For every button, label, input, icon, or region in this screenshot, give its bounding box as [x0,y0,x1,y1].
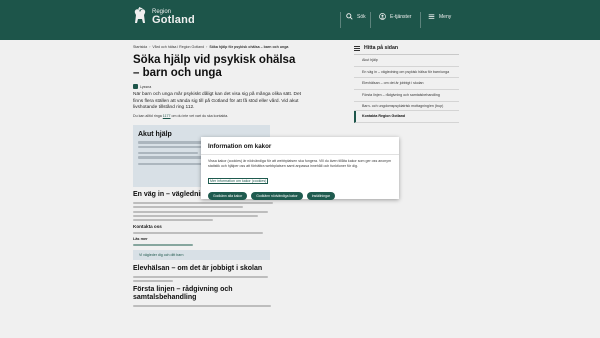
cookie-info-link[interactable]: Mer information om kakor (cookies) [208,177,269,184]
accept-all-cookies-button[interactable]: Godkänn alla kakor [208,191,248,200]
dialog-divider [201,154,399,155]
cookie-settings-button[interactable]: Inställningar [306,191,335,200]
cookie-dialog: Information om kakor Vissa kakor (cookie… [201,137,399,200]
cookie-dialog-text: Vissa kakor (cookies) är nödvändiga för … [208,159,392,168]
cookie-buttons: Godkänn alla kakor Godkänn nödvändiga ka… [208,191,392,200]
accept-necessary-cookies-button[interactable]: Godkänn nödvändiga kakor [251,191,303,200]
cookie-dialog-title: Information om kakor [208,143,272,150]
